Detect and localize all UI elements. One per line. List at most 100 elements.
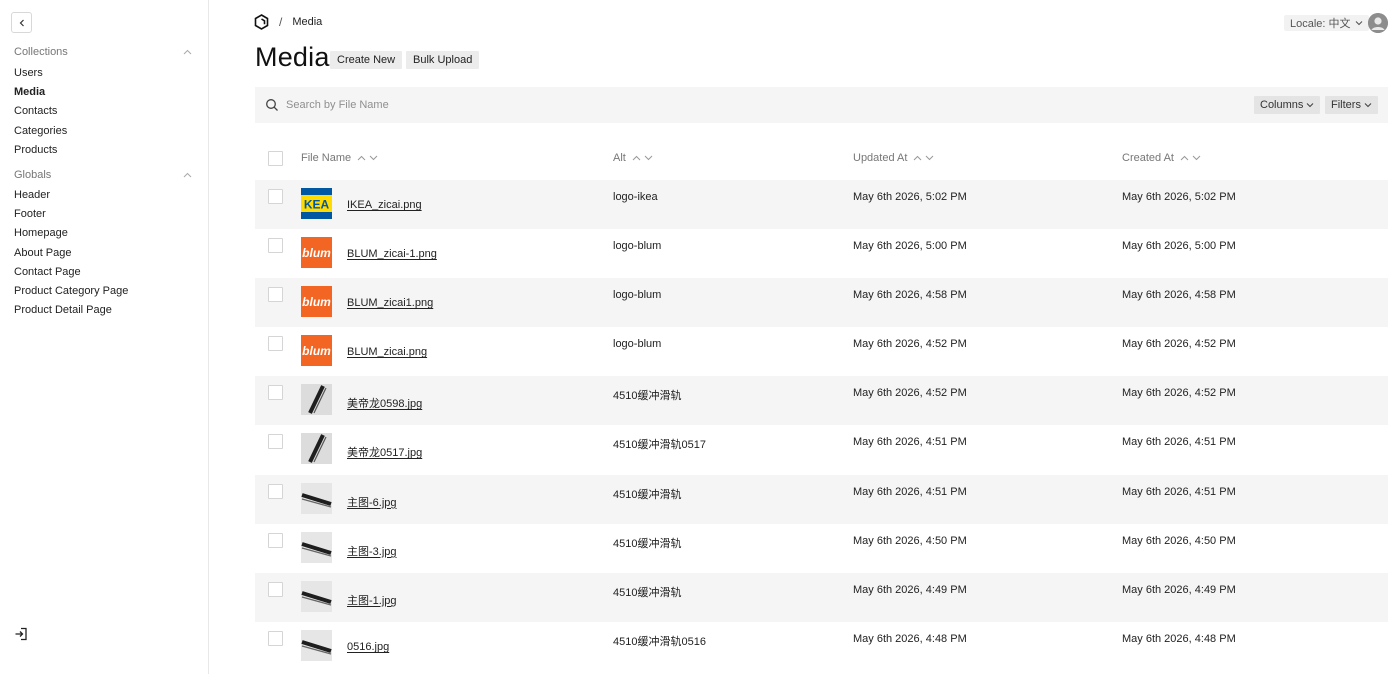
- collections-group-toggle[interactable]: Collections: [14, 46, 192, 58]
- svg-text:blum: blum: [302, 246, 331, 260]
- row-select-checkbox[interactable]: [268, 483, 283, 499]
- breadcrumb: / Media: [254, 14, 322, 30]
- alt-cell: 4510缓冲滑轨: [613, 537, 682, 550]
- updated-at-cell: May 6th 2026, 4:58 PM: [853, 289, 967, 302]
- page-title: Media: [255, 42, 330, 72]
- svg-text:blum: blum: [302, 344, 331, 358]
- bulk-upload-button[interactable]: Bulk Upload: [406, 51, 480, 69]
- sort-descending-icon[interactable]: [369, 155, 378, 161]
- table-row: KEA IKEA_zicai.png logo-ikea May 6th 2026, …: [255, 180, 1388, 230]
- home-logo-icon[interactable]: [254, 14, 269, 30]
- sidebar-item-contact-page[interactable]: Contact Page: [14, 263, 128, 282]
- updated-at-cell: May 6th 2026, 4:48 PM: [853, 632, 967, 645]
- row-select-checkbox[interactable]: [268, 287, 283, 303]
- chevron-down-icon: [1364, 103, 1372, 108]
- file-name-link[interactable]: BLUM_zicai.png: [347, 346, 427, 358]
- chevron-left-icon: [19, 19, 24, 26]
- file-thumbnail[interactable]: [301, 433, 332, 465]
- sort-descending-icon[interactable]: [644, 155, 653, 161]
- table-header: File Name Alt Updated At Created At: [255, 135, 1388, 180]
- logout-button[interactable]: [14, 627, 30, 643]
- created-at-cell: May 6th 2026, 4:51 PM: [1122, 485, 1236, 498]
- locale-selector[interactable]: Locale: 中文: [1284, 15, 1369, 31]
- file-name-link[interactable]: 美帝龙0598.jpg: [347, 395, 422, 411]
- sidebar-item-about-page[interactable]: About Page: [14, 244, 128, 263]
- sidebar-item-footer[interactable]: Footer: [14, 205, 128, 224]
- created-at-cell: May 6th 2026, 4:51 PM: [1122, 436, 1236, 449]
- sidebar-item-media[interactable]: Media: [14, 83, 67, 102]
- file-thumbnail[interactable]: KEA: [301, 188, 332, 219]
- file-thumbnail[interactable]: [301, 531, 332, 563]
- column-header-alt: Alt: [613, 152, 653, 164]
- filters-button[interactable]: Filters: [1325, 96, 1378, 114]
- row-select-checkbox[interactable]: [268, 238, 283, 254]
- updated-at-cell: May 6th 2026, 4:51 PM: [853, 485, 967, 498]
- columns-button[interactable]: Columns: [1254, 96, 1321, 114]
- sort-ascending-icon[interactable]: [357, 155, 366, 161]
- avatar[interactable]: [1368, 13, 1388, 33]
- sidebar-item-contacts[interactable]: Contacts: [14, 102, 67, 121]
- table-row: 美帝龙0517.jpg 4510缓冲滑轨0517 May 6th 2026, 4:5…: [255, 425, 1388, 474]
- sort-descending-icon[interactable]: [1192, 155, 1201, 161]
- alt-cell: logo-ikea: [613, 191, 658, 203]
- file-name-link[interactable]: 主图-6.jpg: [347, 494, 397, 510]
- svg-text:KEA: KEA: [304, 198, 330, 212]
- alt-cell: 4510缓冲滑轨0517: [613, 439, 706, 452]
- globals-group-toggle[interactable]: Globals: [14, 169, 192, 181]
- globals-nav: Header Footer Homepage About Page Contac…: [14, 186, 128, 320]
- file-thumbnail[interactable]: blum: [301, 237, 332, 269]
- collapse-sidebar-button[interactable]: [11, 12, 32, 33]
- created-at-cell: May 6th 2026, 4:52 PM: [1122, 387, 1236, 400]
- file-name-link[interactable]: 美帝龙0517.jpg: [347, 444, 422, 460]
- sort-ascending-icon[interactable]: [1180, 155, 1189, 161]
- svg-text:blum: blum: [302, 295, 331, 309]
- file-name-link[interactable]: 0516.jpg: [347, 641, 389, 653]
- sidebar-item-categories[interactable]: Categories: [14, 122, 67, 141]
- sidebar-item-product-detail-page[interactable]: Product Detail Page: [14, 301, 128, 320]
- sidebar: Collections Users Media Contacts Categor…: [0, 0, 209, 674]
- file-thumbnail[interactable]: blum: [301, 286, 332, 318]
- search-input[interactable]: [286, 95, 886, 115]
- sort-ascending-icon[interactable]: [913, 155, 922, 161]
- globals-group-label: Globals: [14, 169, 52, 181]
- create-new-button[interactable]: Create New: [330, 51, 403, 69]
- breadcrumb-separator: /: [279, 15, 283, 29]
- file-thumbnail[interactable]: blum: [301, 335, 332, 367]
- sort-descending-icon[interactable]: [925, 155, 934, 161]
- chevron-up-icon: [183, 49, 192, 55]
- sort-ascending-icon[interactable]: [632, 155, 641, 161]
- file-thumbnail[interactable]: [301, 580, 332, 612]
- row-select-checkbox[interactable]: [268, 532, 283, 548]
- sidebar-item-products[interactable]: Products: [14, 141, 67, 160]
- file-name-link[interactable]: BLUM_zicai1.png: [347, 297, 433, 309]
- sidebar-item-homepage[interactable]: Homepage: [14, 224, 128, 243]
- file-name-link[interactable]: IKEA_zicai.png: [347, 199, 422, 211]
- chevron-up-icon: [183, 172, 192, 178]
- updated-at-cell: May 6th 2026, 5:00 PM: [853, 240, 967, 253]
- file-name-link[interactable]: 主图-1.jpg: [347, 592, 397, 608]
- sidebar-item-header[interactable]: Header: [14, 186, 128, 205]
- sidebar-item-product-category-page[interactable]: Product Category Page: [14, 282, 128, 301]
- sidebar-item-users[interactable]: Users: [14, 64, 67, 83]
- row-select-checkbox[interactable]: [268, 336, 283, 352]
- created-at-cell: May 6th 2026, 4:50 PM: [1122, 534, 1236, 547]
- row-select-checkbox[interactable]: [268, 189, 283, 204]
- updated-at-cell: May 6th 2026, 5:02 PM: [853, 191, 967, 203]
- file-name-link[interactable]: BLUM_zicai-1.png: [347, 248, 437, 260]
- row-select-checkbox[interactable]: [268, 434, 283, 450]
- alt-cell: logo-blum: [613, 289, 662, 302]
- updated-at-cell: May 6th 2026, 4:52 PM: [853, 387, 967, 400]
- file-name-link[interactable]: 主图-3.jpg: [347, 543, 397, 559]
- file-thumbnail[interactable]: [301, 482, 332, 514]
- file-thumbnail[interactable]: [301, 629, 332, 661]
- row-select-checkbox[interactable]: [268, 385, 283, 401]
- file-thumbnail[interactable]: [301, 384, 332, 416]
- table-row: 主图-3.jpg 4510缓冲滑轨 May 6th 2026, 4:50 PM May…: [255, 524, 1388, 573]
- row-select-checkbox[interactable]: [268, 581, 283, 597]
- select-all-checkbox[interactable]: [268, 151, 283, 166]
- alt-cell: 4510缓冲滑轨: [613, 488, 682, 501]
- table-row: blum BLUM_zicai-1.png logo-blum May 6th 202…: [255, 229, 1388, 278]
- filters-label: Filters: [1331, 99, 1361, 111]
- row-select-checkbox[interactable]: [268, 630, 283, 646]
- columns-label: Columns: [1260, 99, 1304, 111]
